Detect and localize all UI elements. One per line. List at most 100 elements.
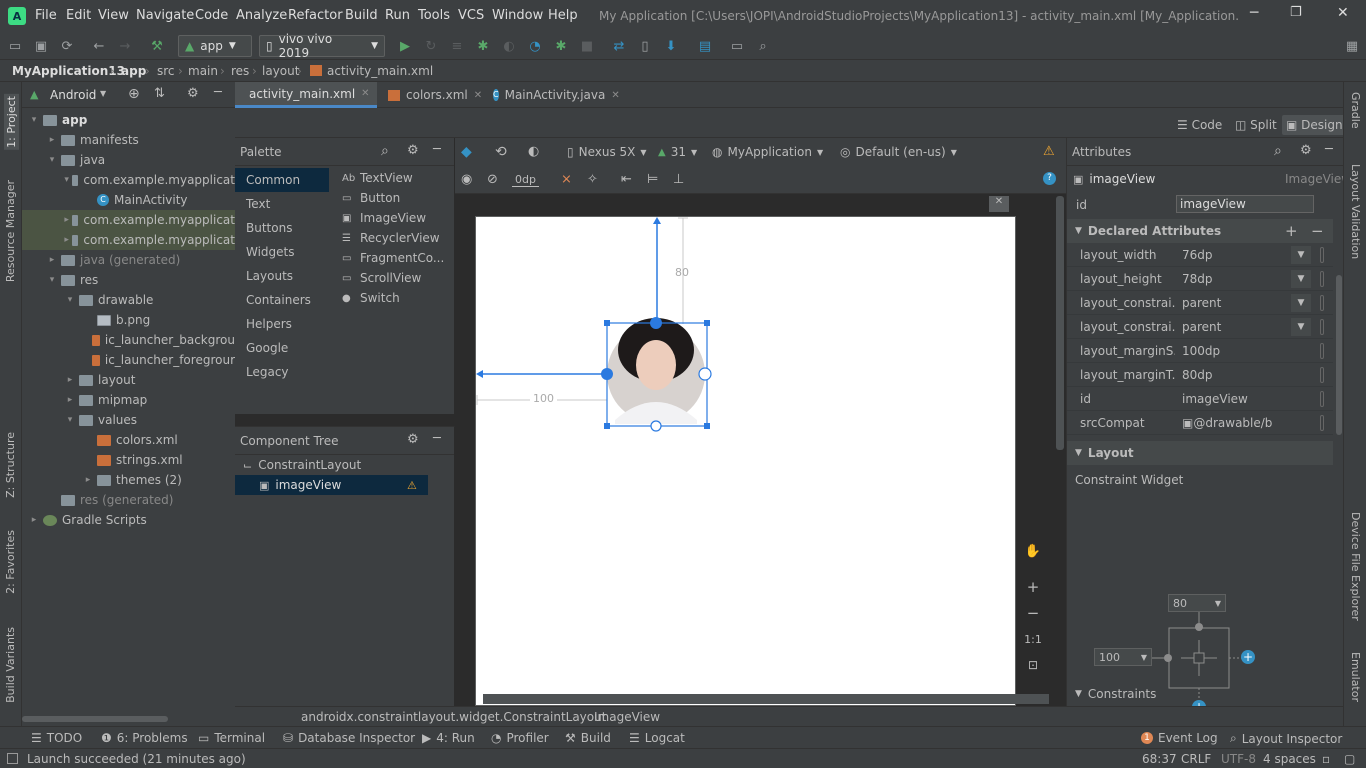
resource-picker-icon[interactable] — [1320, 342, 1324, 359]
close-icon[interactable]: ✕ — [474, 90, 482, 101]
attributes-scrollbar[interactable] — [1336, 275, 1342, 435]
canvas-vertical-scrollbar[interactable] — [1056, 196, 1064, 450]
chevron-down-icon[interactable]: ▼ — [100, 89, 106, 98]
tree-item[interactable]: C MainActivity — [22, 190, 235, 210]
add-attribute-icon[interactable]: + — [1285, 222, 1298, 240]
zoom-out-icon[interactable]: − — [1021, 602, 1045, 624]
search-icon[interactable]: ⌕ — [1274, 143, 1282, 159]
breadcrumb-project[interactable]: MyApplication13 — [12, 64, 125, 78]
pack-icon[interactable]: ⇤ — [621, 172, 632, 187]
attach-debugger-icon[interactable]: ✱ — [552, 37, 570, 55]
tree-item[interactable]: ▸ mipmap — [22, 390, 235, 410]
lock-icon[interactable]: ▫ — [1322, 752, 1330, 766]
menu-build[interactable]: Build — [345, 8, 378, 23]
id-field[interactable] — [1176, 195, 1314, 213]
gear-icon[interactable]: ⚙ — [407, 432, 419, 447]
breadcrumb-main[interactable]: main — [188, 64, 218, 78]
menu-file[interactable]: File — [35, 8, 57, 23]
palette-item[interactable]: ☰ RecyclerView — [342, 228, 440, 248]
sync-gradle-icon[interactable]: ⇄ — [610, 37, 628, 55]
breadcrumb-imageview[interactable]: ImageView — [594, 710, 660, 724]
palette-item[interactable]: ▭ FragmentCo... — [342, 248, 444, 268]
toggle-tool-windows-icon[interactable] — [7, 753, 18, 764]
close-icon[interactable]: ✕ — [361, 88, 369, 99]
default-margin-field[interactable]: 0dp — [512, 173, 539, 187]
palette-item[interactable]: ▣ ImageView — [342, 208, 426, 228]
tree-item[interactable]: ▸ themes (2) — [22, 470, 235, 490]
align-icon[interactable]: ⊨ — [647, 172, 658, 187]
layout-inspector-tab[interactable]: ⌕ Layout Inspector — [1230, 731, 1342, 746]
profiler-tab[interactable]: ◔ Profiler — [491, 731, 549, 745]
save-icon[interactable]: ▣ — [32, 37, 50, 55]
database-inspector-tab[interactable]: ⛁ Database Inspector — [283, 731, 415, 745]
tree-item[interactable]: ic_launcher_foregrour — [22, 350, 235, 370]
gear-icon[interactable]: ⚙ — [187, 86, 199, 101]
left-margin-dropdown[interactable]: 100 ▼ — [1094, 648, 1152, 666]
canvas-horizontal-scrollbar[interactable] — [483, 694, 1049, 704]
project-view-select[interactable]: Android — [50, 88, 96, 102]
breadcrumb-layout[interactable]: layout — [262, 64, 299, 78]
expand-arrow-icon[interactable]: ▾ — [64, 175, 69, 185]
view-split-button[interactable]: ◫ Split — [1231, 115, 1281, 135]
resource-picker-icon[interactable] — [1320, 270, 1324, 287]
expand-arrow-icon[interactable]: ▾ — [64, 415, 76, 425]
attribute-value[interactable]: ▣ @drawable/b — [1180, 413, 1330, 433]
declared-attributes-header[interactable]: ▼ Declared Attributes + − — [1067, 219, 1333, 243]
zoom-in-icon[interactable]: + — [1021, 576, 1045, 598]
palette-item[interactable]: ● Switch — [342, 288, 400, 308]
build-hammer-icon[interactable]: ⚒ — [148, 37, 166, 55]
device-file-explorer-tab[interactable]: Device File Explorer — [1349, 512, 1362, 621]
terminal-tab[interactable]: ▭ Terminal — [198, 731, 265, 745]
attribute-value[interactable]: 80dp — [1180, 365, 1330, 385]
view-code-button[interactable]: ☰ Code — [1173, 115, 1226, 135]
help-icon[interactable]: ? — [1043, 172, 1056, 185]
collapse-all-icon[interactable]: ⇅ — [154, 86, 165, 101]
apply-code-icon[interactable]: ≡ — [448, 37, 466, 55]
warning-icon[interactable]: ⚠ — [407, 479, 417, 492]
close-icon[interactable]: ✕ — [611, 90, 619, 101]
terminal-icon[interactable]: ▭ — [728, 37, 746, 55]
constraints-section-header[interactable]: ▼ Constraints — [1075, 687, 1156, 701]
menu-view[interactable]: View — [98, 8, 129, 23]
forward-icon[interactable]: → — [116, 37, 134, 55]
emulator-tab[interactable]: Emulator — [1349, 652, 1362, 702]
palette-item[interactable]: ▭ ScrollView — [342, 268, 421, 288]
tree-item[interactable]: res (generated) — [22, 490, 235, 510]
resource-picker-icon[interactable] — [1320, 390, 1324, 407]
hide-panel-icon[interactable]: ─ — [433, 431, 441, 446]
resource-picker-icon[interactable] — [1320, 366, 1324, 383]
expand-arrow-icon[interactable]: ▸ — [28, 515, 40, 525]
device-select[interactable]: ▯ vivo vivo 2019 ▼ — [259, 32, 385, 60]
tree-item[interactable]: ▸ java (generated) — [22, 250, 235, 270]
chevron-down-icon[interactable]: ▼ — [1291, 245, 1311, 264]
view-design-button[interactable]: ▣ Design — [1282, 115, 1347, 135]
chevron-down-icon[interactable]: ▼ — [1291, 269, 1311, 288]
notifications-icon[interactable]: ▢ — [1344, 752, 1355, 766]
expand-arrow-icon[interactable]: ▸ — [64, 235, 69, 245]
debug-icon[interactable]: ✱ — [474, 37, 492, 55]
expand-arrow-icon[interactable]: ▸ — [46, 135, 58, 145]
menu-edit[interactable]: Edit — [66, 8, 91, 23]
minimize-icon[interactable]: ─ — [1250, 5, 1258, 21]
top-margin-dropdown[interactable]: 80 ▼ — [1168, 594, 1226, 612]
tree-node-imageview[interactable]: ▣ imageView ⚠ — [235, 475, 428, 495]
tree-item[interactable]: ▸ manifests — [22, 130, 235, 150]
restore-icon[interactable]: ❐ — [1290, 5, 1302, 20]
attribute-value[interactable]: 100dp — [1180, 341, 1330, 361]
problems-tab[interactable]: ❶ 6: Problems — [101, 731, 188, 745]
expand-arrow-icon[interactable]: ▾ — [28, 115, 40, 125]
zoom-actual-icon[interactable]: 1:1 — [1021, 628, 1045, 650]
hide-panel-icon[interactable]: ─ — [214, 85, 222, 100]
caret-position[interactable]: 68:37 — [1142, 752, 1177, 766]
search-icon[interactable]: ⌕ — [381, 143, 389, 159]
close-window-icon[interactable]: ✕ — [1337, 5, 1349, 21]
tree-item[interactable]: ▸ layout — [22, 370, 235, 390]
expand-arrow-icon[interactable]: ▾ — [46, 155, 58, 165]
menu-refactor[interactable]: Refactor — [288, 8, 343, 23]
theme-select[interactable]: ◍ MyApplication ▼ — [712, 145, 823, 159]
breadcrumb-res[interactable]: res — [231, 64, 249, 78]
expand-arrow-icon[interactable]: ▸ — [82, 475, 94, 485]
tree-item[interactable]: colors.xml — [22, 430, 235, 450]
menu-tools[interactable]: Tools — [418, 8, 450, 23]
clear-constraints-icon[interactable]: ⨯ — [561, 172, 572, 187]
